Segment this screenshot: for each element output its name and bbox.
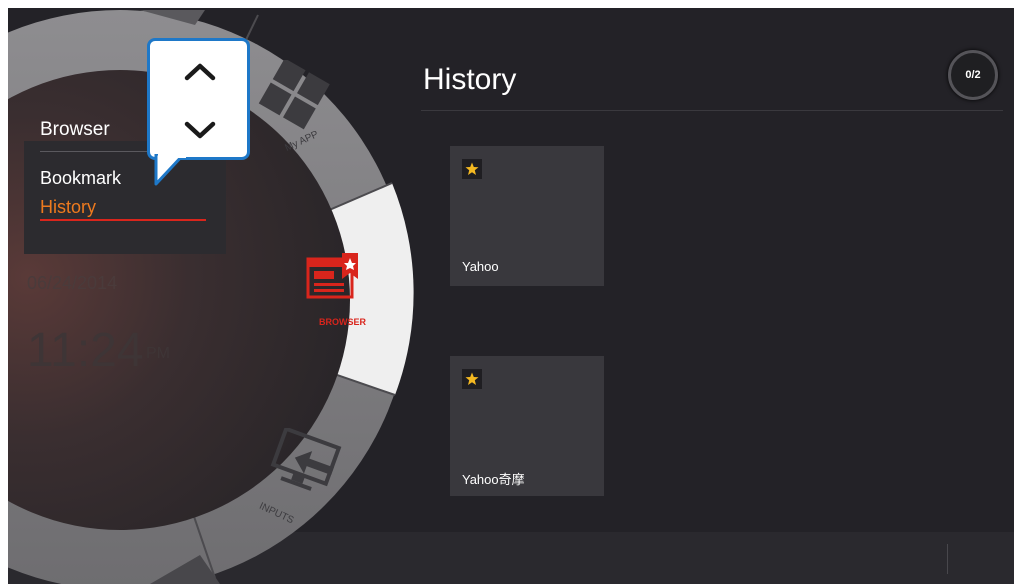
- apps-grid-icon[interactable]: [253, 60, 333, 140]
- history-tile-label: Yahoo奇摩: [462, 472, 525, 487]
- title-divider: [421, 110, 1003, 111]
- page-title: History: [423, 63, 517, 96]
- chevron-down-icon: [184, 121, 216, 139]
- clock-date: 06/24/2014: [27, 273, 118, 293]
- submenu-active-underline: [40, 219, 206, 221]
- history-tile[interactable]: Yahoo奇摩: [450, 356, 604, 496]
- star-icon: [462, 369, 482, 389]
- scroll-popup: [147, 38, 250, 160]
- page-indicator[interactable]: 0/2: [948, 50, 998, 100]
- scroll-down-button[interactable]: [170, 111, 230, 151]
- tv-screen: My APP BROWSER INPUTS Browser Bookmark H…: [8, 8, 1014, 584]
- star-icon: [462, 159, 482, 179]
- browser-bookmark-icon[interactable]: [306, 253, 362, 301]
- wheel-label-browser[interactable]: BROWSER: [319, 317, 366, 327]
- clock-ampm: PM: [146, 345, 170, 362]
- scroll-up-button[interactable]: [170, 51, 230, 91]
- submenu-title-divider: [40, 151, 160, 152]
- history-tile[interactable]: Yahoo: [450, 146, 604, 286]
- submenu-item-bookmark[interactable]: Bookmark: [40, 168, 121, 189]
- submenu-title: Browser: [40, 119, 110, 140]
- chevron-up-icon: [184, 63, 216, 81]
- clock-time: 11:24: [27, 324, 144, 377]
- history-tile-label: Yahoo: [462, 259, 499, 274]
- input-source-icon[interactable]: [266, 428, 346, 508]
- submenu-item-history[interactable]: History: [40, 197, 96, 218]
- scroll-popup-tail: [154, 154, 186, 186]
